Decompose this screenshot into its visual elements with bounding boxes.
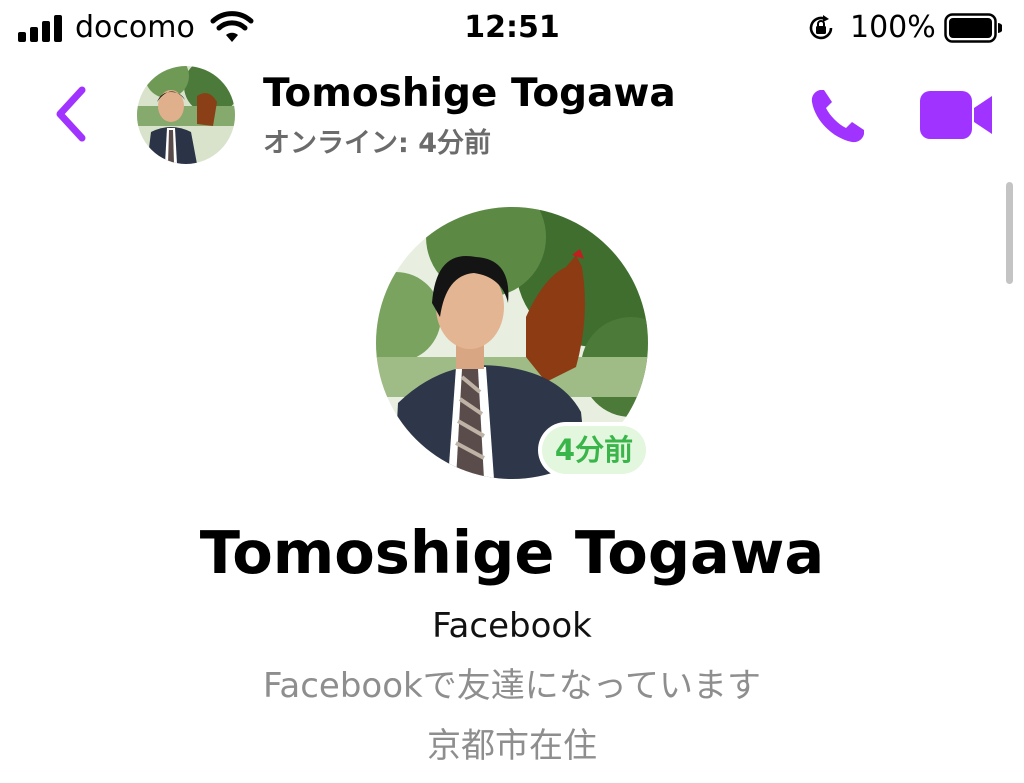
active-time-text: 4分前 <box>542 426 646 474</box>
status-bar: docomo 12:51 100% <box>0 0 1024 58</box>
profile-source: Facebook <box>432 606 592 646</box>
profile-location: 京都市在住 <box>427 726 597 766</box>
battery-percentage: 100% <box>850 10 936 45</box>
video-camera-icon[interactable] <box>918 88 994 142</box>
messenger-chat-screen: docomo 12:51 100% Tomoshige Togawa オンライン… <box>0 0 1024 783</box>
header-online-status: オンライン: 4分前 <box>263 128 491 159</box>
back-button[interactable] <box>48 82 92 146</box>
header-contact-name[interactable]: Tomoshige Togawa <box>263 70 676 118</box>
scrollbar[interactable] <box>1006 182 1013 284</box>
header-avatar[interactable] <box>137 66 235 164</box>
profile-name: Tomoshige Togawa <box>199 518 825 587</box>
profile-friends-text: Facebookで友達になっています <box>262 666 762 706</box>
phone-icon[interactable] <box>806 84 870 148</box>
battery-icon <box>944 13 1002 43</box>
contact-photo-small <box>137 66 235 164</box>
orientation-lock-icon <box>809 15 833 40</box>
active-time-badge: 4分前 <box>538 422 650 478</box>
